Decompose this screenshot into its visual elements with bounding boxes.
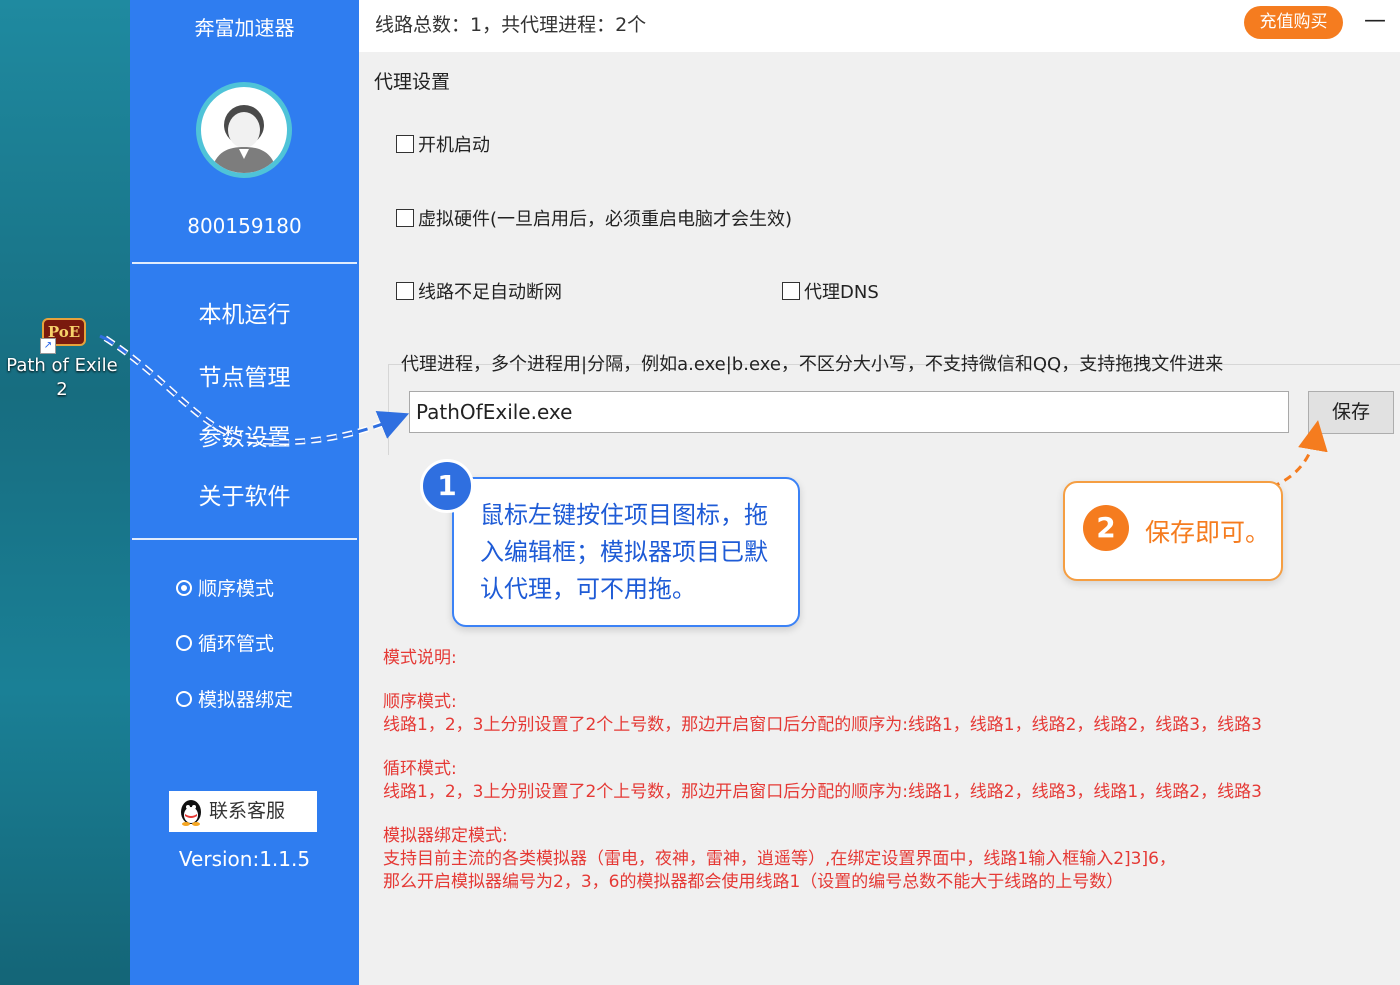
mode-emulator-radio[interactable]: 模拟器绑定 <box>176 685 293 712</box>
app-title: 奔富加速器 <box>194 16 295 40</box>
nav-local-run[interactable]: 本机运行 <box>130 295 359 329</box>
recharge-button[interactable]: 充值购买 <box>1244 6 1343 39</box>
route-count-status: 线路总数：1，共代理进程：2个 <box>375 14 647 36</box>
checkbox-label: 开机启动 <box>418 135 490 156</box>
desktop-background <box>0 0 130 985</box>
game-icon: PoE ↗ <box>40 316 86 354</box>
desktop-shortcut-path-of-exile-2[interactable]: PoE ↗ Path of Exile 2 <box>4 316 120 402</box>
mode-sequential-radio[interactable]: 顺序模式 <box>176 574 274 601</box>
qq-penguin-icon <box>181 799 201 826</box>
proxy-settings-title: 代理设置 <box>374 71 451 93</box>
mode-label: 顺序模式 <box>198 578 275 600</box>
radio-icon <box>176 634 192 651</box>
sequential-mode-text: 线路1，2，3上分别设置了2个上号数，那边开启窗口后分配的顺序为:线路1，线路1… <box>383 715 1262 735</box>
desktop-icon-label: Path of Exile 2 <box>6 355 118 400</box>
step2-callout: 2 保存即可。 <box>1063 481 1283 581</box>
emulator-mode-title: 模拟器绑定模式: <box>383 826 508 846</box>
proxy-dns-checkbox[interactable]: 代理DNS <box>782 278 879 304</box>
checkbox-icon <box>782 282 800 300</box>
sidebar: 奔富加速器 800159180 本机运行 节点管理 参数设置 关于软件 顺序模式… <box>130 0 359 985</box>
proxy-process-label: 代理进程，多个进程用|分隔，例如a.exe|b.exe，不区分大小写，不支持微信… <box>401 354 1224 375</box>
radio-selected-icon <box>176 579 192 596</box>
mode-label: 模拟器绑定 <box>198 689 294 711</box>
virtual-hardware-checkbox[interactable]: 虚拟硬件(一旦启用后，必须重启电脑才会生效) <box>396 205 792 231</box>
version-label: Version:1.1.5 <box>178 847 311 871</box>
minimize-button[interactable]: — <box>1364 8 1386 33</box>
nav-parameter-settings[interactable]: 参数设置 <box>130 418 359 452</box>
step1-text: 鼠标左键按住项目图标，拖入编辑框；模拟器项目已默认代理，可不用拖。 <box>480 501 768 603</box>
emulator-mode-text-1: 支持目前主流的各类模拟器（雷电，夜神，雷神，逍遥等）,在绑定设置界面中，线路1输… <box>383 849 1176 869</box>
mode-description-heading: 模式说明: <box>383 648 457 668</box>
sidebar-divider <box>132 262 357 264</box>
step1-badge: 1 <box>420 459 474 513</box>
radio-icon <box>176 690 192 707</box>
save-button[interactable]: 保存 <box>1308 391 1394 434</box>
shortcut-arrow-icon: ↗ <box>40 338 56 354</box>
contact-support-button[interactable]: 联系客服 <box>169 791 317 832</box>
user-id: 800159180 <box>187 214 302 238</box>
checkbox-icon <box>396 282 414 300</box>
mode-loop-radio[interactable]: 循环管式 <box>176 629 274 656</box>
user-avatar[interactable] <box>196 82 292 178</box>
checkbox-label: 代理DNS <box>804 282 879 303</box>
step2-text: 保存即可。 <box>1145 518 1271 547</box>
checkbox-label: 线路不足自动断网 <box>418 282 562 303</box>
sidebar-divider <box>132 538 357 540</box>
loop-mode-title: 循环模式: <box>383 759 457 779</box>
step2-badge: 2 <box>1083 505 1129 551</box>
sequential-mode-title: 顺序模式: <box>383 692 457 712</box>
emulator-mode-text-2: 那么开启模拟器编号为2，3，6的模拟器都会使用线路1（设置的编号总数不能大于线路… <box>383 872 1124 892</box>
mode-label: 循环管式 <box>198 633 275 655</box>
nav-about[interactable]: 关于软件 <box>130 477 359 511</box>
contact-support-label: 联系客服 <box>209 800 286 822</box>
step1-callout: 鼠标左键按住项目图标，拖入编辑框；模拟器项目已默认代理，可不用拖。 <box>452 477 800 627</box>
loop-mode-text: 线路1，2，3上分别设置了2个上号数，那边开启窗口后分配的顺序为:线路1，线路2… <box>383 782 1262 802</box>
checkbox-icon <box>396 209 414 227</box>
checkbox-icon <box>396 135 414 153</box>
nav-node-management[interactable]: 节点管理 <box>130 358 359 392</box>
checkbox-label: 虚拟硬件(一旦启用后，必须重启电脑才会生效) <box>418 209 793 230</box>
auto-disconnect-checkbox[interactable]: 线路不足自动断网 <box>396 278 562 304</box>
autostart-checkbox[interactable]: 开机启动 <box>396 131 490 157</box>
top-bar: 线路总数：1，共代理进程：2个 充值购买 — <box>359 0 1400 52</box>
proxy-process-input[interactable] <box>409 391 1289 433</box>
